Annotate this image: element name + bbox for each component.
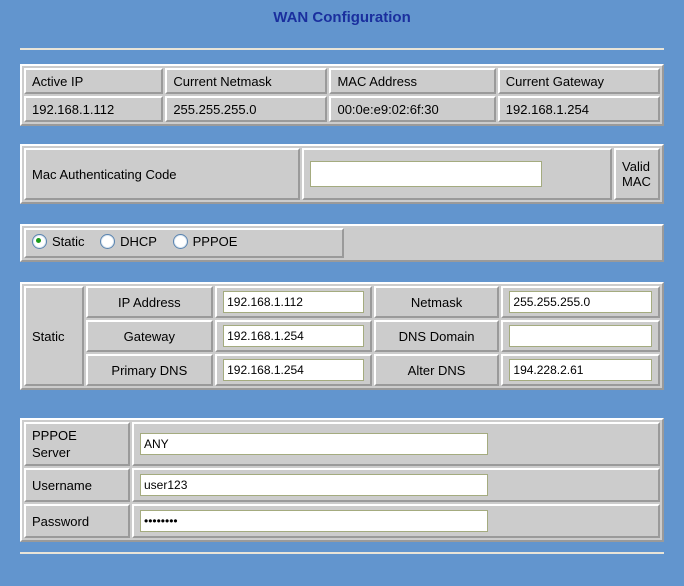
value-mac-address: 00:0e:e9:02:6f:30 (329, 96, 496, 122)
cell-username (132, 468, 660, 502)
table-row-values: 192.168.1.112 255.255.255.0 00:0e:e9:02:… (24, 96, 660, 122)
radio-pppoe-label: PPPOE (192, 234, 238, 249)
label-primary-dns: Primary DNS (85, 354, 214, 386)
radio-pppoe-icon[interactable] (172, 234, 188, 249)
header-current-netmask: Current Netmask (165, 68, 328, 94)
static-settings-table: Static IP Address Netmask Gateway DNS Do… (20, 282, 664, 390)
input-password[interactable] (140, 510, 488, 532)
static-row-label: Static (24, 286, 84, 386)
table-row: Primary DNS Alter DNS (24, 354, 660, 386)
label-pppoe-server-line1: PPPOE (32, 428, 77, 443)
label-password: Password (24, 504, 130, 538)
radio-static-label: Static (52, 234, 85, 249)
radio-static-icon[interactable] (32, 234, 47, 249)
radio-option-dhcp[interactable]: DHCP (100, 234, 157, 249)
header-mac-address: MAC Address (329, 68, 496, 94)
valid-mac-line2: MAC (622, 174, 651, 189)
input-ip-address[interactable] (223, 291, 364, 313)
table-row: Gateway DNS Domain (24, 320, 660, 352)
input-gateway[interactable] (223, 325, 364, 347)
label-gateway: Gateway (85, 320, 214, 352)
label-alter-dns: Alter DNS (373, 354, 500, 386)
cell-ip-address (215, 286, 372, 318)
table-row: Static IP Address Netmask (24, 286, 660, 386)
label-ip-address: IP Address (85, 286, 214, 318)
valid-mac-line1: Valid (622, 159, 650, 174)
input-primary-dns[interactable] (223, 359, 364, 381)
cell-dns-domain (501, 320, 660, 352)
label-netmask: Netmask (373, 286, 500, 318)
header-current-gateway: Current Gateway (497, 68, 660, 94)
mac-auth-label: Mac Authenticating Code (24, 148, 301, 200)
bottom-divider (20, 552, 664, 554)
table-row: Username (24, 468, 660, 502)
value-current-netmask: 255.255.255.0 (165, 96, 328, 122)
pppoe-settings-table: PPPOE Server Username Password (20, 418, 664, 542)
header-active-ip: Active IP (24, 68, 164, 94)
label-pppoe-server: PPPOE Server (24, 422, 130, 466)
input-alter-dns[interactable] (509, 359, 652, 381)
cell-password (132, 504, 660, 538)
wan-status-table: Active IP Current Netmask MAC Address Cu… (20, 64, 664, 126)
input-netmask[interactable] (509, 291, 652, 313)
mac-auth-input[interactable] (310, 161, 543, 187)
page-title: WAN Configuration (273, 9, 411, 26)
cell-gateway (215, 320, 372, 352)
radio-dhcp-icon[interactable] (100, 234, 116, 249)
value-current-gateway: 192.168.1.254 (497, 96, 660, 122)
label-dns-domain: DNS Domain (373, 320, 500, 352)
table-row-headers: Active IP Current Netmask MAC Address Cu… (24, 68, 660, 94)
radio-dhcp-label: DHCP (120, 234, 157, 249)
value-active-ip: 192.168.1.112 (24, 96, 164, 122)
cell-primary-dns (215, 354, 372, 386)
cell-alter-dns (501, 354, 660, 386)
input-pppoe-server[interactable] (140, 433, 488, 455)
connection-mode-group[interactable]: Static DHCP PPPOE (24, 228, 344, 258)
wan-configuration-page: WAN Configuration Active IP Current Netm… (0, 0, 684, 586)
connection-mode-bar: Static DHCP PPPOE (20, 224, 664, 262)
table-row: PPPOE Server (24, 422, 660, 466)
valid-mac-label: Valid MAC (614, 148, 660, 200)
cell-pppoe-server (132, 422, 660, 466)
table-row: Password (24, 504, 660, 538)
mac-authenticating-code-table: Mac Authenticating Code Valid MAC (20, 144, 664, 204)
radio-option-static[interactable]: Static (32, 234, 85, 249)
input-dns-domain[interactable] (509, 325, 652, 347)
table-row: Mac Authenticating Code Valid MAC (24, 148, 660, 200)
input-username[interactable] (140, 474, 488, 496)
mac-auth-input-cell (302, 148, 613, 200)
radio-option-pppoe[interactable]: PPPOE (172, 234, 238, 249)
label-username: Username (24, 468, 130, 502)
cell-netmask (501, 286, 660, 318)
label-pppoe-server-line2: Server (32, 445, 71, 460)
